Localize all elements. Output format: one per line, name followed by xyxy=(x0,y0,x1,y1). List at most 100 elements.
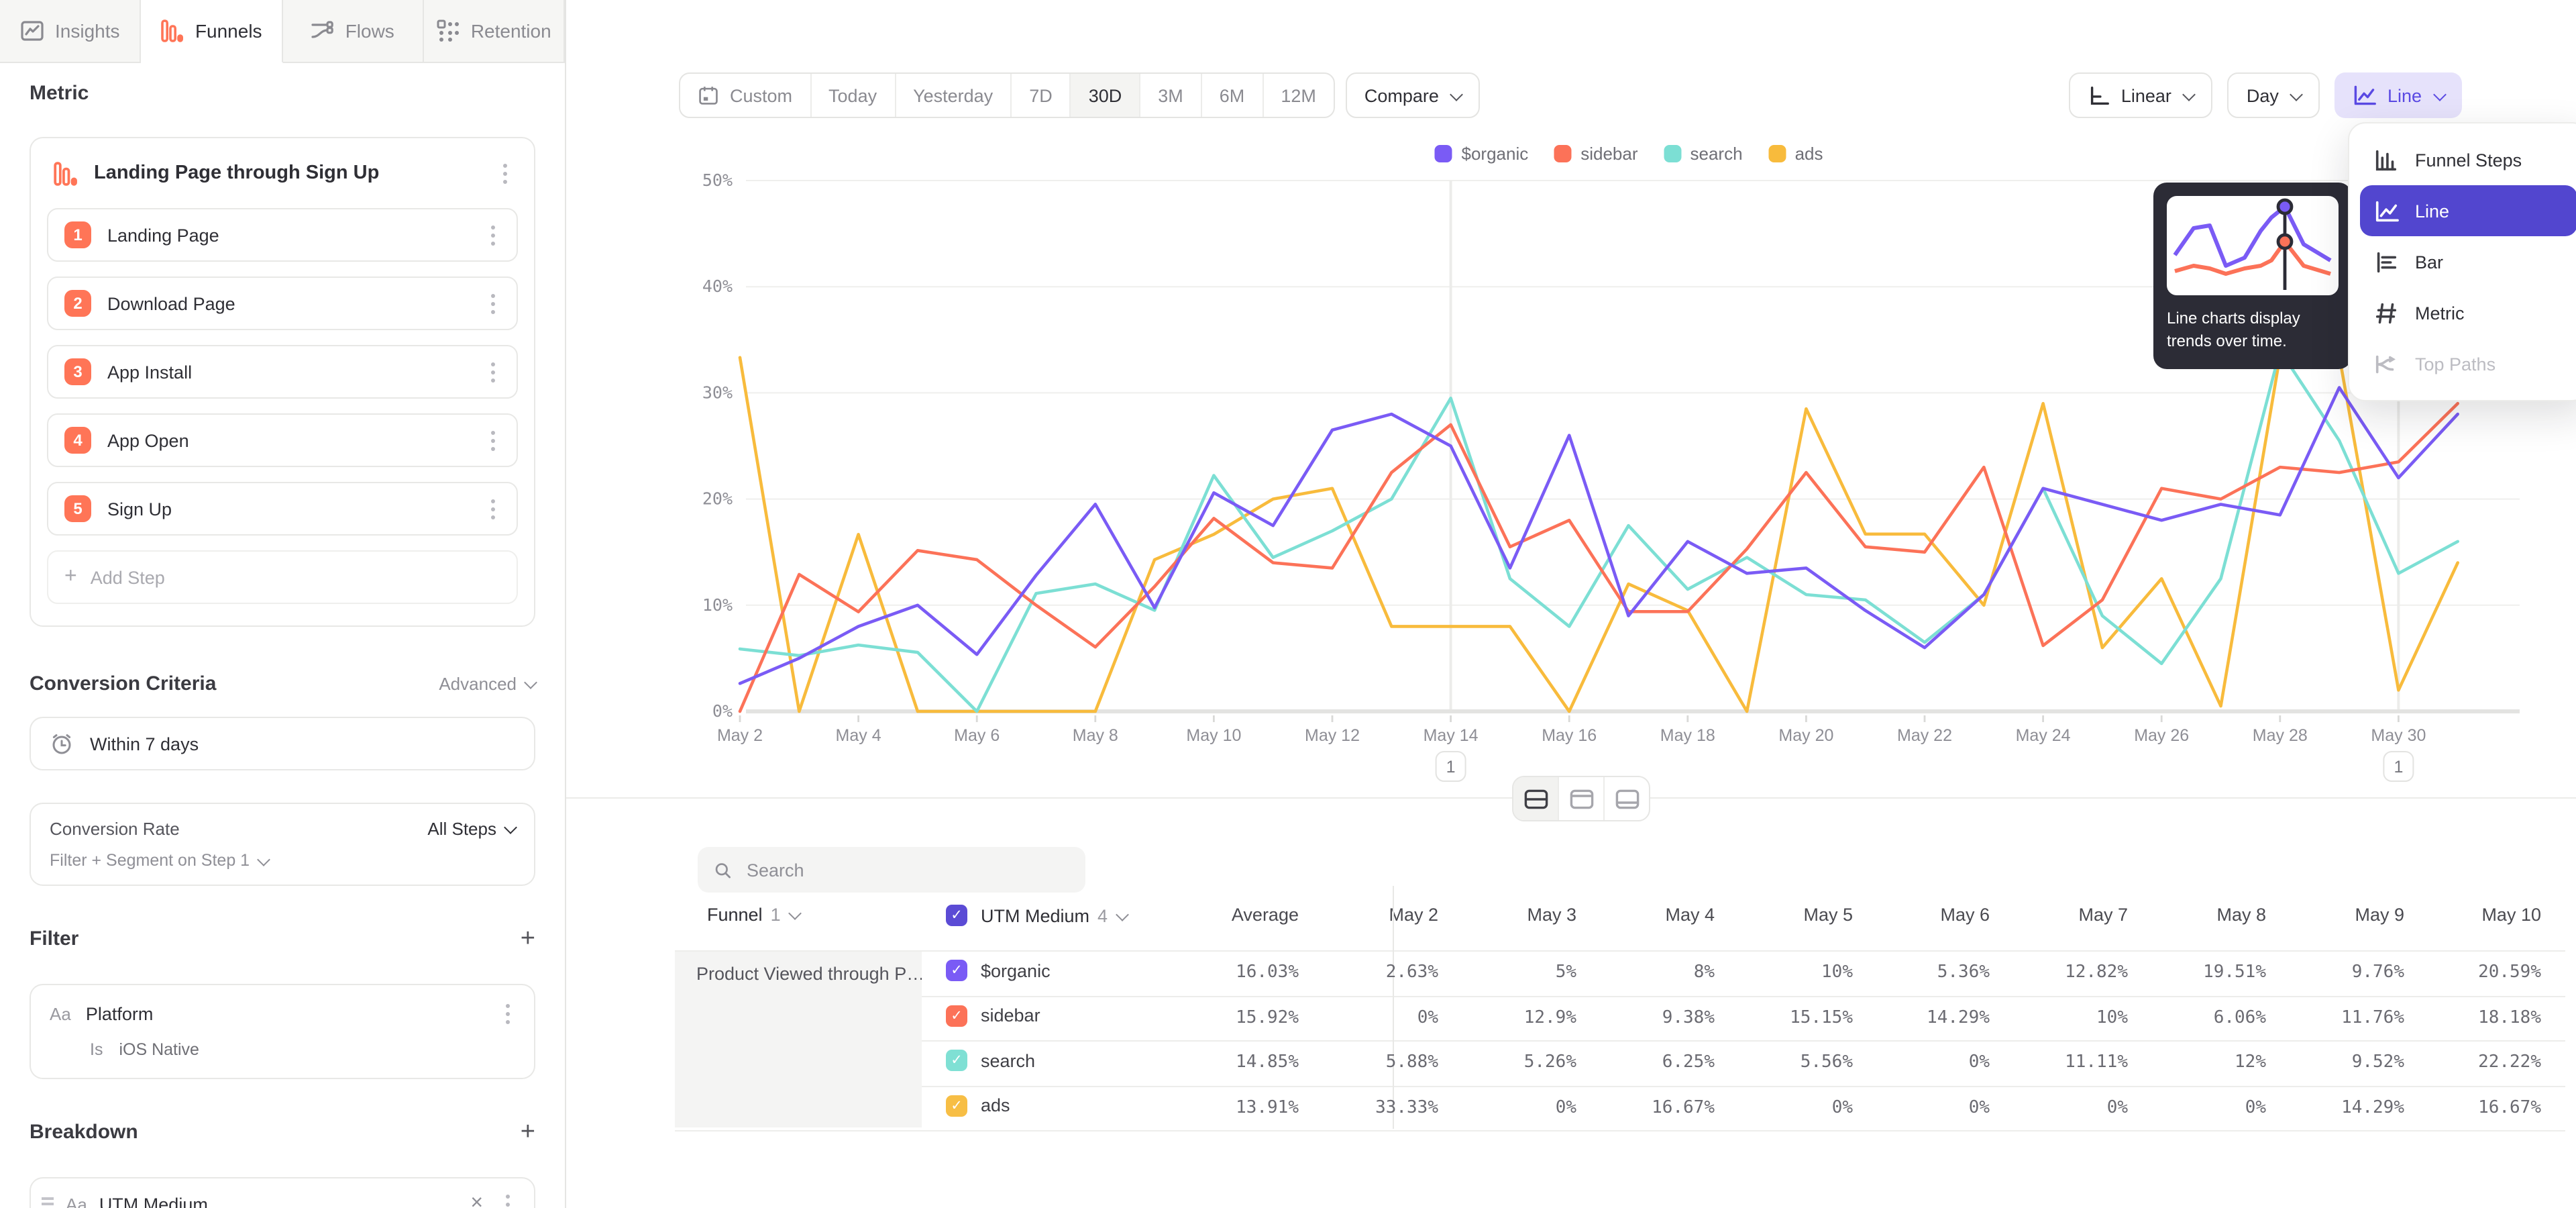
step-kebab[interactable] xyxy=(486,425,500,456)
tooltip-text: Line charts display trends over time. xyxy=(2167,307,2339,352)
cell-value: 11.11% xyxy=(2000,1052,2128,1072)
column-header-may-9[interactable]: May 9 xyxy=(2281,905,2404,925)
filter-segment-dropdown[interactable]: Filter + Segment on Step 1 xyxy=(50,851,515,870)
line-chart[interactable]: 0%10%20%30%40%50%May 2May 4May 6May 8May… xyxy=(566,0,2576,805)
tab-label: Flows xyxy=(345,20,394,42)
remove-breakdown-icon[interactable]: × xyxy=(465,1192,488,1208)
filter-card: Aa Platform Is iOS Native xyxy=(30,984,535,1079)
menu-item-metric[interactable]: Metric xyxy=(2360,287,2576,338)
conversion-window-row[interactable]: Within 7 days xyxy=(30,717,535,770)
row-checkbox[interactable]: ✓ xyxy=(946,960,967,981)
advanced-dropdown[interactable]: Advanced xyxy=(439,674,535,694)
breakdown-card[interactable]: Aa UTM Medium × xyxy=(30,1177,535,1208)
legend-swatch xyxy=(1434,145,1452,162)
column-header-may-4[interactable]: May 4 xyxy=(1591,905,1715,925)
tab-flows[interactable]: Flows xyxy=(282,0,424,62)
filter-operator[interactable]: Is xyxy=(90,1040,103,1059)
column-header-average[interactable]: Average xyxy=(1175,905,1299,925)
cell-value: 0% xyxy=(1862,1052,1990,1072)
legend-item-search[interactable]: search xyxy=(1664,144,1743,164)
add-breakdown-button[interactable]: + xyxy=(521,1119,535,1145)
funnel-col-count: 1 xyxy=(771,905,781,925)
column-header-may-10[interactable]: May 10 xyxy=(2418,905,2541,925)
tab-insights[interactable]: Insights xyxy=(0,0,142,62)
breakdown-column-header[interactable]: ✓UTM Medium4 xyxy=(946,905,1126,926)
filter-value[interactable]: iOS Native xyxy=(119,1040,199,1059)
table-row-sidebar[interactable]: ✓sidebar xyxy=(946,1005,1040,1026)
chart-only-button[interactable] xyxy=(1559,777,1605,820)
table-only-button[interactable] xyxy=(1605,777,1649,820)
column-header-may-2[interactable]: May 2 xyxy=(1315,905,1438,925)
cell-value: 9.38% xyxy=(1587,1007,1715,1027)
row-checkbox[interactable]: ✓ xyxy=(946,1095,967,1116)
filter-property[interactable]: Platform xyxy=(86,1004,486,1024)
step-kebab[interactable] xyxy=(486,356,500,387)
cell-value: 0% xyxy=(2000,1097,2128,1117)
series-line-search[interactable] xyxy=(740,350,2458,711)
x-axis-label: May 20 xyxy=(1778,726,1833,745)
conversion-criteria-heading: Conversion Criteria xyxy=(30,672,216,695)
top-paths-icon xyxy=(2373,351,2399,376)
row-checkbox[interactable]: ✓ xyxy=(946,1050,967,1071)
cell-value: 6.25% xyxy=(1587,1052,1715,1072)
drag-handle-icon[interactable] xyxy=(42,1197,54,1208)
breakdown-kebab[interactable] xyxy=(500,1189,515,1208)
x-axis-label: May 2 xyxy=(717,726,763,745)
column-header-may-5[interactable]: May 5 xyxy=(1729,905,1853,925)
step-kebab[interactable] xyxy=(486,493,500,524)
step-kebab[interactable] xyxy=(486,288,500,319)
series-line-ads[interactable] xyxy=(740,356,2458,711)
legend-item-ads[interactable]: ads xyxy=(1768,144,1823,164)
add-step-button[interactable]: + Add Step xyxy=(47,550,518,604)
column-header-may-7[interactable]: May 7 xyxy=(2004,905,2128,925)
funnel-step-3[interactable]: 3App Install xyxy=(47,345,518,399)
legend-item-sidebar[interactable]: sidebar xyxy=(1554,144,1638,164)
tab-retention[interactable]: Retention xyxy=(424,0,566,62)
step-number-badge: 2 xyxy=(64,290,91,317)
menu-item-line[interactable]: Line xyxy=(2360,185,2576,236)
legend-item-organic[interactable]: $organic xyxy=(1434,144,1528,164)
table-only-icon xyxy=(1615,789,1639,809)
split-view-button[interactable] xyxy=(1513,777,1559,820)
series-line-organic[interactable] xyxy=(740,387,2458,683)
add-filter-button[interactable]: + xyxy=(521,926,535,952)
menu-item-bar[interactable]: Bar xyxy=(2360,236,2576,287)
x-axis-label: May 4 xyxy=(836,726,881,745)
funnel-step-2[interactable]: 2Download Page xyxy=(47,276,518,330)
filter-kebab[interactable] xyxy=(500,999,515,1029)
funnel-step-4[interactable]: 4App Open xyxy=(47,413,518,467)
breakdown-heading: Breakdown xyxy=(30,1121,138,1144)
row-checkbox[interactable]: ✓ xyxy=(946,1005,967,1026)
funnel-step-5[interactable]: 5Sign Up xyxy=(47,482,518,536)
conversion-rate-label: Conversion Rate xyxy=(50,819,180,839)
select-all-checkbox[interactable]: ✓ xyxy=(946,905,967,926)
table-row-ads[interactable]: ✓ads xyxy=(946,1095,1010,1116)
x-axis-label: May 16 xyxy=(1542,726,1597,745)
breakdown-property[interactable]: UTM Medium xyxy=(99,1194,453,1208)
menu-item-funnel-steps[interactable]: Funnel Steps xyxy=(2360,134,2576,185)
funnel-group-cell[interactable]: Product Viewed through P… xyxy=(675,952,922,1127)
search-input[interactable] xyxy=(744,858,1069,881)
chart-legend: $organic sidebar search ads xyxy=(1434,144,1823,164)
cell-value: 8% xyxy=(1587,962,1715,983)
x-axis-label: May 22 xyxy=(1897,726,1952,745)
chevron-down-icon xyxy=(504,821,517,834)
tab-funnels[interactable]: Funnels xyxy=(142,0,283,63)
cell-value: 14.29% xyxy=(1862,1007,1990,1027)
x-axis-label: May 10 xyxy=(1186,726,1241,745)
all-steps-dropdown[interactable]: All Steps xyxy=(427,819,515,839)
series-line-sidebar[interactable] xyxy=(740,403,2458,711)
chart-only-icon xyxy=(1569,789,1593,809)
funnel-menu-kebab[interactable] xyxy=(498,158,513,189)
column-header-may-8[interactable]: May 8 xyxy=(2143,905,2266,925)
table-row-search[interactable]: ✓search xyxy=(946,1050,1035,1071)
cell-value: 5% xyxy=(1449,962,1576,983)
funnel-metric-header[interactable]: Landing Page through Sign Up xyxy=(31,138,534,208)
column-header-may-3[interactable]: May 3 xyxy=(1453,905,1576,925)
step-kebab[interactable] xyxy=(486,219,500,250)
table-row-organic[interactable]: ✓$organic xyxy=(946,960,1051,981)
funnel-column-header[interactable]: Funnel1 xyxy=(707,905,800,925)
funnel-step-1[interactable]: 1Landing Page xyxy=(47,208,518,262)
breakdown-col-count: 4 xyxy=(1097,905,1108,925)
column-header-may-6[interactable]: May 6 xyxy=(1866,905,1990,925)
